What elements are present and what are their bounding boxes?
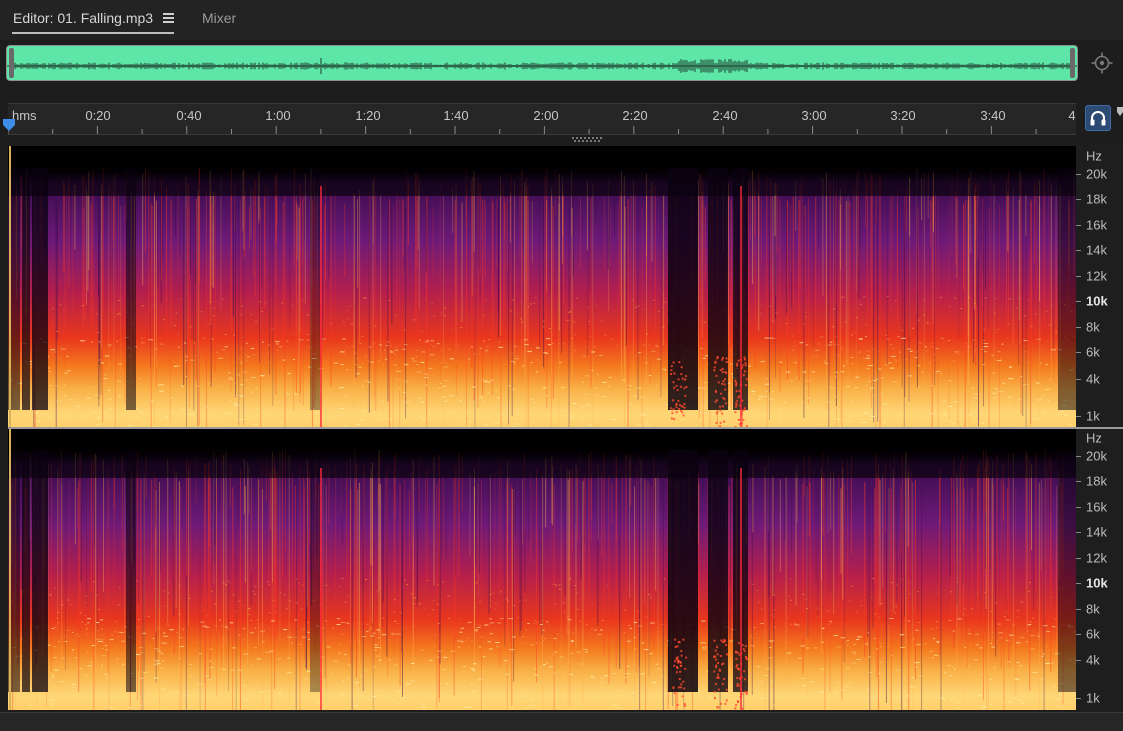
playhead-marker-icon[interactable] bbox=[2, 118, 16, 132]
tab-mixer[interactable]: Mixer bbox=[202, 10, 236, 26]
resize-grip-icon[interactable] bbox=[572, 137, 604, 142]
freq-label: 20k bbox=[1086, 448, 1107, 464]
channel-divider[interactable] bbox=[8, 427, 1123, 429]
overview-left-handle[interactable] bbox=[9, 48, 14, 78]
freq-label: 1k bbox=[1086, 408, 1100, 424]
spectral-display-channel-1[interactable] bbox=[8, 146, 1076, 428]
freq-label: 10k bbox=[1086, 575, 1108, 591]
frequency-axis-channel-2: Hz 20k 18k 16k 14k 12k 10k 8k 6k 4k 1k bbox=[1076, 429, 1123, 710]
edge-marker-icon bbox=[1117, 107, 1123, 116]
freq-label: 8k bbox=[1086, 601, 1100, 617]
overview-right-handle[interactable] bbox=[1070, 48, 1075, 78]
headphones-button[interactable] bbox=[1085, 105, 1111, 131]
freq-label: 20k bbox=[1086, 166, 1107, 182]
overview-waveform[interactable] bbox=[6, 45, 1078, 81]
freq-label: 12k bbox=[1086, 550, 1107, 566]
headphones-icon bbox=[1090, 111, 1106, 126]
horizontal-scrollbar[interactable] bbox=[0, 712, 1123, 731]
spectrogram-graphic bbox=[8, 146, 1076, 428]
spectrogram-graphic bbox=[8, 428, 1076, 710]
freq-label: 1k bbox=[1086, 690, 1100, 706]
zoom-crosshair-icon[interactable] bbox=[1091, 52, 1113, 74]
ruler-label: 2:40 bbox=[712, 108, 738, 123]
freq-label: 12k bbox=[1086, 268, 1107, 284]
time-ruler[interactable]: hms 0:20 0:40 1:00 1:20 1:40 2:00 2:20 2… bbox=[8, 103, 1076, 135]
frequency-axis-channel-1: Hz 20k 18k 16k 14k 12k 10k 8k 6k 4k 1k bbox=[1076, 146, 1123, 427]
freq-label: 6k bbox=[1086, 344, 1100, 360]
freq-label: 16k bbox=[1086, 499, 1107, 515]
ruler-label: 3:40 bbox=[980, 108, 1006, 123]
freq-label: 8k bbox=[1086, 319, 1100, 335]
spectral-display-channel-2[interactable] bbox=[8, 428, 1076, 710]
ruler-label: 2:20 bbox=[622, 108, 648, 123]
ruler-label: 1:40 bbox=[443, 108, 469, 123]
ruler-label: 1:20 bbox=[355, 108, 381, 123]
freq-label: 18k bbox=[1086, 473, 1107, 489]
freq-label: 6k bbox=[1086, 626, 1100, 642]
freq-label: 4k bbox=[1086, 652, 1100, 668]
ruler-label: 2:00 bbox=[533, 108, 559, 123]
freq-label: 14k bbox=[1086, 242, 1107, 258]
freq-unit-label: Hz bbox=[1086, 148, 1102, 164]
freq-label: 16k bbox=[1086, 217, 1107, 233]
freq-unit-label: Hz bbox=[1086, 430, 1102, 446]
hamburger-menu-icon[interactable] bbox=[163, 13, 174, 23]
freq-label: 4k bbox=[1086, 371, 1100, 387]
ruler-label: 1:00 bbox=[265, 108, 291, 123]
active-tab-indicator bbox=[12, 32, 174, 34]
overview-waveform-graphic bbox=[7, 58, 1077, 74]
ruler-label: 0:20 bbox=[85, 108, 111, 123]
freq-label: 10k bbox=[1086, 293, 1108, 309]
ruler-label: 3:00 bbox=[801, 108, 827, 123]
freq-label: 14k bbox=[1086, 524, 1107, 540]
ruler-label: 3:20 bbox=[890, 108, 916, 123]
ruler-label: 0:40 bbox=[176, 108, 202, 123]
freq-label: 18k bbox=[1086, 191, 1107, 207]
panel-tab-bar: Editor: 01. Falling.mp3 Mixer bbox=[0, 0, 1123, 40]
tab-editor[interactable]: Editor: 01. Falling.mp3 bbox=[13, 10, 153, 26]
ruler-label: 4 bbox=[1068, 108, 1076, 123]
